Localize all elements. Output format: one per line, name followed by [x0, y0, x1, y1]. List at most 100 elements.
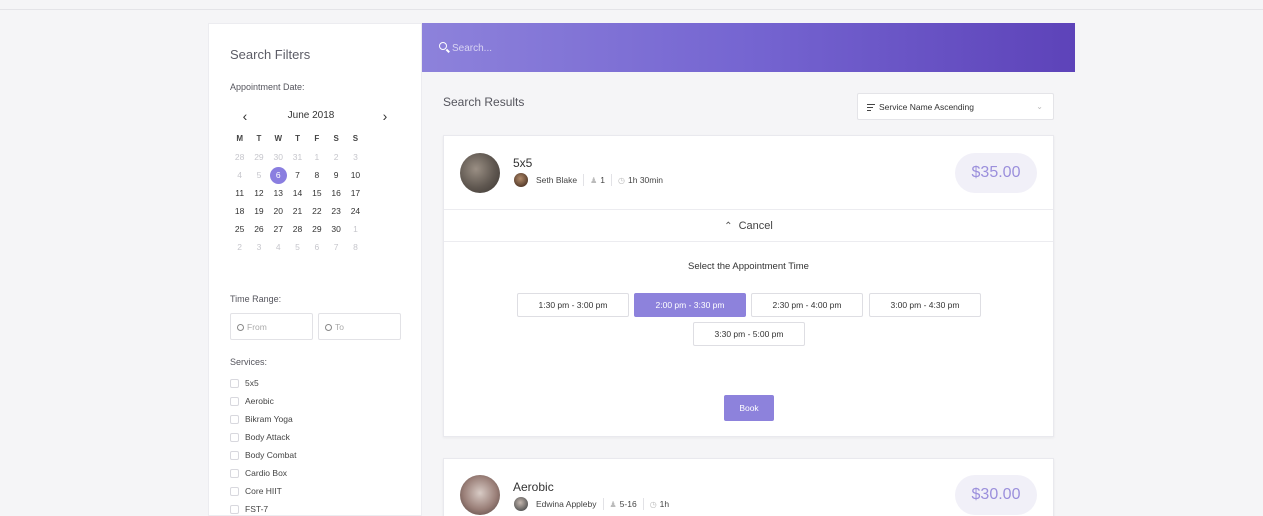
calendar-day-selected[interactable]: 6	[269, 166, 288, 184]
calendar-day[interactable]: 2	[326, 148, 345, 166]
calendar-day[interactable]: 23	[326, 202, 345, 220]
calendar-day[interactable]: 29	[307, 220, 326, 238]
service-checkbox[interactable]: FST-7	[230, 500, 297, 516]
chevron-down-icon: ⌄	[1036, 102, 1043, 111]
chevron-up-icon: ⌃	[724, 221, 733, 232]
calendar-day[interactable]: 24	[346, 202, 365, 220]
duration: 1h 30min	[628, 175, 663, 185]
service-checkbox[interactable]: Core HIIT	[230, 482, 297, 500]
trainer-avatar	[514, 173, 528, 187]
person-icon: ♟	[590, 175, 598, 185]
calendar-grid: M T W T F S S 28 29 30 31 1 2 3 4 5 6 7 …	[230, 130, 392, 256]
weekday: T	[295, 134, 300, 143]
checkbox-icon	[230, 504, 239, 514]
calendar-week: 11 12 13 14 15 16 17	[230, 184, 392, 202]
service-avatar	[460, 153, 500, 193]
service-meta: Seth Blake ♟ 1 ◷ 1h 30min	[514, 173, 663, 187]
calendar-day[interactable]: 10	[346, 166, 365, 184]
calendar-day[interactable]: 8	[307, 166, 326, 184]
calendar-week: 18 19 20 21 22 23 24	[230, 202, 392, 220]
time-slot[interactable]: 1:30 pm - 3:00 pm	[517, 293, 629, 317]
calendar-week: 4 5 6 7 8 9 10	[230, 166, 392, 184]
filters-title: Search Filters	[230, 47, 311, 62]
service-card[interactable]: Aerobic Edwina Appleby ♟ 5-16 ◷ 1h $30.0…	[443, 458, 1054, 516]
calendar-day[interactable]: 20	[269, 202, 288, 220]
calendar-day[interactable]: 9	[326, 166, 345, 184]
calendar-week: 28 29 30 31 1 2 3	[230, 148, 392, 166]
time-range-label: Time Range:	[230, 294, 282, 304]
calendar-day[interactable]: 2	[230, 238, 249, 256]
time-slot-selected[interactable]: 2:00 pm - 3:30 pm	[634, 293, 746, 317]
calendar-day[interactable]: 14	[288, 184, 307, 202]
calendar-day[interactable]: 1	[307, 148, 326, 166]
meta-divider	[583, 174, 585, 186]
calendar-day[interactable]: 17	[346, 184, 365, 202]
calendar-day[interactable]: 4	[269, 238, 288, 256]
calendar-day[interactable]: 16	[326, 184, 345, 202]
calendar-day[interactable]: 18	[230, 202, 249, 220]
calendar-day[interactable]: 4	[230, 166, 249, 184]
timer-icon: ◷	[649, 499, 657, 509]
calendar-day[interactable]: 19	[249, 202, 268, 220]
calendar-day[interactable]: 22	[307, 202, 326, 220]
selected-day-label: 6	[269, 167, 287, 184]
calendar-day[interactable]: 31	[288, 148, 307, 166]
checkbox-icon	[230, 432, 239, 442]
calendar-day[interactable]: 29	[249, 148, 268, 166]
meta-divider	[611, 174, 613, 186]
calendar-day[interactable]: 1	[346, 220, 365, 238]
service-checkbox[interactable]: Body Attack	[230, 428, 297, 446]
service-checkbox[interactable]: Cardio Box	[230, 464, 297, 482]
service-checkbox[interactable]: Bikram Yoga	[230, 410, 297, 428]
calendar-day[interactable]: 5	[249, 166, 268, 184]
time-from-input[interactable]: From	[230, 313, 313, 340]
calendar-day[interactable]: 21	[288, 202, 307, 220]
calendar-day[interactable]: 8	[346, 238, 365, 256]
checkbox-icon	[230, 486, 239, 496]
calendar-day[interactable]: 6	[307, 238, 326, 256]
services-label: Services:	[230, 357, 268, 367]
book-button[interactable]: Book	[724, 395, 774, 421]
service-name: Aerobic	[513, 480, 554, 494]
calendar-day[interactable]: 11	[230, 184, 249, 202]
calendar-day[interactable]: 7	[326, 238, 345, 256]
calendar-day[interactable]: 28	[288, 220, 307, 238]
calendar-day[interactable]: 25	[230, 220, 249, 238]
sort-dropdown[interactable]: Service Name Ascending ⌄	[857, 93, 1054, 120]
service-label: FST-7	[245, 504, 269, 514]
time-slot[interactable]: 2:30 pm - 4:00 pm	[751, 293, 863, 317]
weekday: F	[314, 134, 320, 143]
calendar-day[interactable]: 3	[249, 238, 268, 256]
time-to-input[interactable]: To	[318, 313, 401, 340]
service-checkbox[interactable]: 5x5	[230, 374, 297, 392]
calendar-day[interactable]: 13	[269, 184, 288, 202]
sort-icon	[867, 104, 875, 113]
service-checkbox[interactable]: Aerobic	[230, 392, 297, 410]
calendar-day[interactable]: 30	[269, 148, 288, 166]
calendar-day[interactable]: 30	[326, 220, 345, 238]
time-slot[interactable]: 3:30 pm - 5:00 pm	[693, 322, 805, 346]
calendar-day[interactable]: 15	[307, 184, 326, 202]
checkbox-icon	[230, 396, 239, 406]
service-label: Cardio Box	[245, 468, 288, 478]
calendar-day[interactable]: 5	[288, 238, 307, 256]
calendar-week: 2 3 4 5 6 7 8	[230, 238, 392, 256]
calendar-day[interactable]: 27	[269, 220, 288, 238]
search-input[interactable]	[452, 39, 852, 57]
clock-icon	[237, 324, 244, 331]
chevron-right-icon[interactable]: ›	[378, 108, 392, 124]
calendar-day[interactable]: 12	[249, 184, 268, 202]
service-label: Aerobic	[245, 396, 274, 406]
capacity: 1	[600, 175, 606, 185]
service-label: Core HIIT	[245, 486, 282, 496]
calendar-day[interactable]: 26	[249, 220, 268, 238]
calendar-day[interactable]: 3	[346, 148, 365, 166]
service-checkbox[interactable]: Body Combat	[230, 446, 297, 464]
time-slot[interactable]: 3:00 pm - 4:30 pm	[869, 293, 981, 317]
calendar-day[interactable]: 28	[230, 148, 249, 166]
service-avatar	[460, 475, 500, 515]
calendar-day[interactable]: 7	[288, 166, 307, 184]
checkbox-icon	[230, 450, 239, 460]
weekday: S	[352, 134, 359, 143]
cancel-button[interactable]: ⌃ Cancel	[444, 209, 1053, 242]
